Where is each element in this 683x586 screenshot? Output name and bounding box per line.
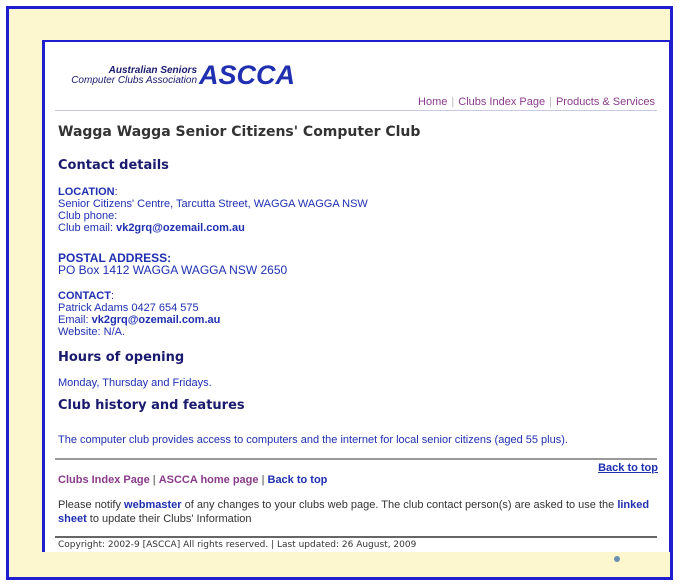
contact-person: Patrick Adams 0427 654 575 [58,302,199,314]
nav-clubs-index[interactable]: Clubs Index Page [458,96,545,108]
linked-sheet-link-1[interactable]: linked [617,499,649,511]
location-address: Senior Citizens' Centre, Tarcutta Street… [58,198,368,210]
top-nav: Home | Clubs Index Page | Products & Service… [418,96,655,108]
contact-label-row: CONTACT: [58,290,115,302]
hours-value: Monday, Thursday and Fridays. [58,377,212,389]
link-separator: | [149,474,159,486]
page-title: Wagga Wagga Senior Citizens' Computer Cl… [58,124,421,140]
location-label-row: LOCATION: [58,186,118,198]
nav-divider [55,110,657,111]
clubs-index-link[interactable]: Clubs Index Page [58,474,150,486]
nav-separator: | [549,96,552,108]
contact-email-row: Email: vk2grq@ozemail.com.au [58,314,220,326]
back-to-top-link-2[interactable]: Back to top [268,474,328,486]
back-to-top-link[interactable]: Back to top [598,462,658,474]
nav-products-services[interactable]: Products & Services [556,96,655,108]
club-email-link[interactable]: vk2grq@ozemail.com.au [116,222,245,234]
page-top-border [42,40,672,42]
notify-pre: Please notify [58,499,125,511]
logo-text: Australian Seniors Computer Clubs Associ… [62,66,197,86]
link-separator: | [258,474,268,486]
location-label: LOCATION [58,186,115,198]
webmaster-link[interactable]: webmaster [124,499,181,511]
notify-post: to update their Clubs' Information [86,513,252,525]
footer-divider [55,536,657,538]
hours-heading: Hours of opening [58,350,185,365]
location-section: LOCATION: Senior Citizens' Centre, Tarcu… [58,186,368,234]
club-email-row: Club email: vk2grq@ozemail.com.au [58,222,368,234]
content-divider [55,458,657,460]
postal-value: PO Box 1412 WAGGA WAGGA NSW 2650 [58,263,288,277]
nav-home[interactable]: Home [418,96,447,108]
notify-mid: of any changes to your clubs web page. T… [181,499,618,511]
history-heading: Club history and features [58,398,245,413]
scroll-indicator-dot [614,556,620,562]
contact-heading: Contact details [58,158,169,173]
contact-label: CONTACT [58,290,111,302]
linked-sheet-link-2[interactable]: sheet [58,513,87,525]
copyright-text: Copyright: 2002-9 [ASCCA] All rights res… [58,540,417,550]
notify-text: Please notify webmaster of any changes t… [58,498,658,526]
logo-abbrev: ASCCA [199,60,296,90]
nav-separator: | [451,96,455,108]
ascca-home-link[interactable]: ASCCA home page [159,474,259,486]
club-email-label: Club email: [58,222,117,234]
logo-line2: Computer Clubs Association [71,75,197,86]
contact-email-link[interactable]: vk2grq@ozemail.com.au [92,314,221,326]
club-phone: Club phone: [58,210,118,222]
contact-section: CONTACT: Patrick Adams 0427 654 575 Emai… [58,290,220,338]
contact-email-label: Email: [58,314,92,326]
contact-website: Website: N/A. [58,326,126,338]
history-text: The computer club provides access to com… [58,434,568,446]
postal-section: POSTAL ADDRESS: PO Box 1412 WAGGA WAGGA … [58,252,287,276]
footer-links: Clubs Index Page | ASCCA home page | Bac… [58,474,327,486]
